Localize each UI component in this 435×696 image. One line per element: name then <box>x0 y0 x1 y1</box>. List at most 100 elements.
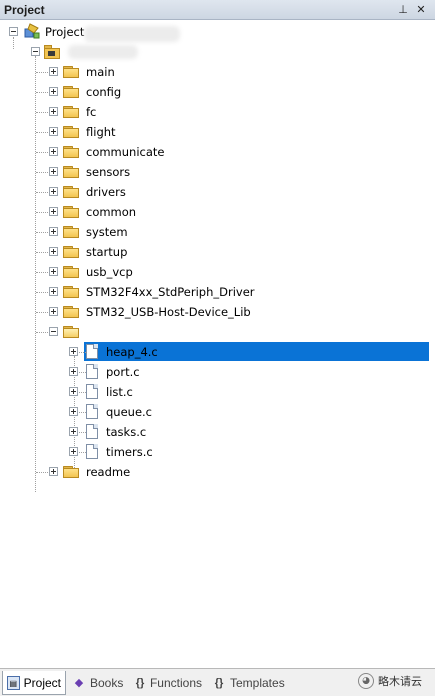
tree-group-system[interactable]: system <box>0 222 300 242</box>
tree-group-flight[interactable]: flight <box>0 122 300 142</box>
tree-group-main[interactable]: main <box>0 62 300 82</box>
close-icon[interactable]: ✕ <box>414 3 428 17</box>
expand-toggle[interactable] <box>49 147 58 156</box>
c-file-icon <box>86 364 98 379</box>
expand-toggle[interactable] <box>69 447 78 456</box>
tab-label: Templates <box>230 676 285 690</box>
group-label: startup <box>86 245 128 259</box>
tree-group-config[interactable]: config <box>0 82 300 102</box>
group-label: usb_vcp <box>86 265 133 279</box>
project-tree[interactable]: Project main config fc flight communicat… <box>0 20 435 668</box>
tree-group-usb-vcp[interactable]: usb_vcp <box>0 262 300 282</box>
expand-toggle[interactable] <box>49 287 58 296</box>
tree-file-tasks[interactable]: tasks.c <box>0 422 300 442</box>
panel-title: Project <box>4 2 45 17</box>
c-file-icon <box>86 384 98 399</box>
tab-label: Books <box>90 676 124 690</box>
redacted-region <box>84 26 180 42</box>
pin-icon[interactable]: ⊥ <box>396 3 410 17</box>
group-label: fc <box>86 105 97 119</box>
target-icon <box>44 45 62 59</box>
c-file-icon <box>86 404 98 419</box>
tree-file-list[interactable]: list.c <box>0 382 300 402</box>
expand-toggle[interactable] <box>49 87 58 96</box>
watermark: ◕ 略木请云 <box>358 673 422 689</box>
folder-icon <box>63 106 79 118</box>
folder-icon <box>63 286 79 298</box>
tree-group-startup[interactable]: startup <box>0 242 300 262</box>
expand-toggle[interactable] <box>49 127 58 136</box>
collapse-toggle[interactable] <box>31 47 40 56</box>
templates-icon: {} <box>214 677 224 689</box>
file-label: port.c <box>106 365 140 379</box>
tree-group-stm32-usb-host-device-lib[interactable]: STM32_USB-Host-Device_Lib <box>0 302 330 322</box>
tree-group-fc[interactable]: fc <box>0 102 300 122</box>
folder-icon <box>63 206 79 218</box>
tree-group-readme[interactable]: readme <box>0 462 300 482</box>
panel-tab-bar: ▤ Project ◆ Books {} Functions {} Templa… <box>0 668 435 696</box>
tree-group-communicate[interactable]: communicate <box>0 142 300 162</box>
group-label: communicate <box>86 145 165 159</box>
tree-group-sensors[interactable]: sensors <box>0 162 300 182</box>
expand-toggle[interactable] <box>49 247 58 256</box>
tab-functions[interactable]: {} Functions <box>130 671 206 695</box>
expand-toggle[interactable] <box>49 207 58 216</box>
group-label: common <box>86 205 137 219</box>
expand-toggle[interactable] <box>49 67 58 76</box>
watermark-text: 略木请云 <box>378 675 422 688</box>
collapse-toggle[interactable] <box>49 327 58 336</box>
group-label: readme <box>86 465 131 479</box>
open-folder-icon <box>63 326 79 338</box>
tree-group-common[interactable]: common <box>0 202 300 222</box>
file-label: list.c <box>106 385 133 399</box>
file-label: heap_4.c <box>106 345 158 359</box>
tree-root-label: Project <box>45 25 85 39</box>
expand-toggle[interactable] <box>69 427 78 436</box>
file-label: tasks.c <box>106 425 147 439</box>
expand-toggle[interactable] <box>69 407 78 416</box>
expand-toggle[interactable] <box>49 467 58 476</box>
tree-file-timers[interactable]: timers.c <box>0 442 300 462</box>
expand-toggle[interactable] <box>49 167 58 176</box>
expand-toggle[interactable] <box>69 347 78 356</box>
tree-file-heap-4[interactable]: heap_4.c <box>0 342 300 362</box>
expand-toggle[interactable] <box>49 107 58 116</box>
folder-icon <box>63 126 79 138</box>
expand-toggle[interactable] <box>69 387 78 396</box>
group-label: flight <box>86 125 116 139</box>
expand-toggle[interactable] <box>69 367 78 376</box>
expand-toggle[interactable] <box>49 267 58 276</box>
books-icon: ◆ <box>74 677 84 689</box>
group-label: STM32_USB-Host-Device_Lib <box>86 305 251 319</box>
expand-toggle[interactable] <box>49 187 58 196</box>
folder-icon <box>63 226 79 238</box>
tree-group-stm32f4xx-stdperiph-driver[interactable]: STM32F4xx_StdPeriph_Driver <box>0 282 330 302</box>
file-label: queue.c <box>106 405 153 419</box>
tree-group-freertos[interactable]: FreeRTOS <box>0 322 430 342</box>
group-label: system <box>86 225 128 239</box>
group-label: sensors <box>86 165 131 179</box>
expand-toggle[interactable] <box>49 227 58 236</box>
c-file-icon <box>86 444 98 459</box>
expand-toggle[interactable] <box>49 307 58 316</box>
folder-icon <box>63 266 79 278</box>
collapse-toggle[interactable] <box>9 27 18 36</box>
tab-templates[interactable]: {} Templates <box>208 671 290 695</box>
tree-file-port[interactable]: port.c <box>0 362 300 382</box>
panel-titlebar: Project ⊥ ✕ <box>0 0 435 20</box>
folder-icon <box>63 246 79 258</box>
tab-project[interactable]: ▤ Project <box>2 671 66 695</box>
tab-books[interactable]: ◆ Books <box>68 671 128 695</box>
folder-icon <box>63 166 79 178</box>
group-label: main <box>86 65 115 79</box>
folder-icon <box>63 66 79 78</box>
folder-icon <box>63 306 79 318</box>
tree-file-queue[interactable]: queue.c <box>0 402 300 422</box>
project-icon: ▤ <box>7 675 20 690</box>
c-file-icon <box>86 424 98 439</box>
folder-icon <box>63 466 79 478</box>
folder-icon <box>63 146 79 158</box>
tree-group-drivers[interactable]: drivers <box>0 182 300 202</box>
wechat-icon: ◕ <box>358 673 374 689</box>
folder-icon <box>63 86 79 98</box>
